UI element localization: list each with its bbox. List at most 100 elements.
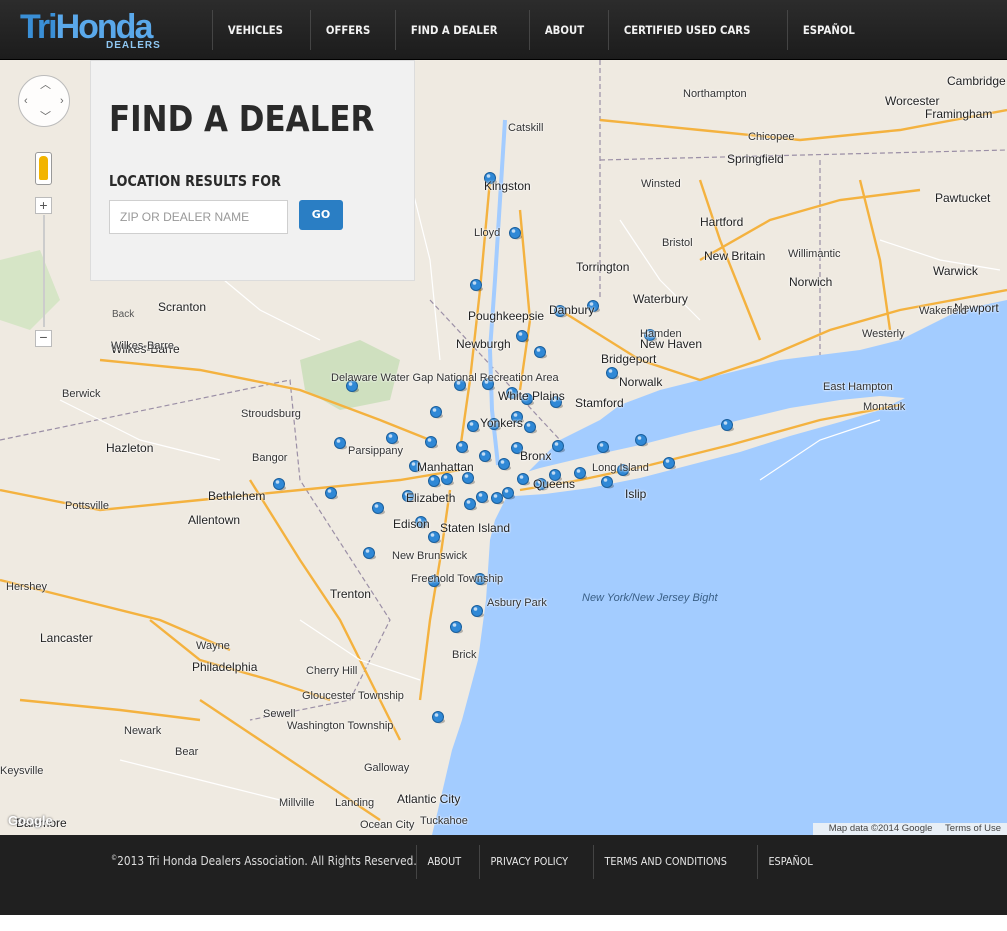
map-label: Bristol [662, 237, 693, 249]
map-label: Kingston [484, 179, 531, 193]
nav-find-a-dealer[interactable]: FIND A DEALER [395, 10, 513, 50]
map-label: Wayne [196, 640, 230, 652]
map-label: Trenton [330, 587, 371, 601]
terms-of-use-link[interactable]: Terms of Use [945, 823, 1001, 834]
map-label: Worcester [885, 94, 940, 108]
map-label: Lloyd [474, 227, 501, 239]
map-label: Sewell [263, 708, 296, 720]
map-label: Wilkes-Barre [111, 340, 174, 352]
map-label: Chicopee [748, 131, 795, 143]
footer-link-terms[interactable]: TERMS AND CONDITIONS [592, 845, 737, 879]
map-label: Philadelphia [192, 660, 258, 674]
logo-wordmark: TriHonda [20, 10, 153, 44]
dealer-marker[interactable] [721, 419, 735, 432]
map-label: Islip [625, 487, 647, 501]
map-label: Delaware Water Gap National Recreation A… [331, 372, 559, 384]
map-pan-control[interactable]: ︿ ﹀ ‹ › [18, 75, 70, 127]
results-label: LOCATION RESULTS FOR [109, 172, 281, 190]
map-label: Asbury Park [487, 597, 547, 609]
footer-link-espanol[interactable]: ESPAÑOL [756, 845, 823, 879]
map-label: New Brunswick [392, 550, 468, 562]
map-label: New Haven [640, 337, 703, 351]
map-label: Hershey [6, 581, 47, 593]
map-label: Framingham [925, 107, 993, 121]
top-navigation-bar: TriHonda DEALERS VEHICLES OFFERS FIND A … [0, 0, 1007, 60]
map-label: Bear [175, 746, 199, 758]
map-label: Long Island [592, 462, 649, 474]
map-label: Wakefield [919, 305, 967, 317]
pan-left-icon[interactable]: ‹ [24, 96, 28, 107]
map-label: Willimantic [788, 248, 841, 260]
dealer-marker[interactable] [635, 434, 649, 447]
dealer-marker[interactable] [597, 441, 611, 454]
map-label: Landing [335, 797, 375, 809]
pan-right-icon[interactable]: › [60, 96, 64, 107]
footer: ©2013 Tri Honda Dealers Association. All… [0, 835, 1007, 915]
nav-about[interactable]: ABOUT [528, 10, 599, 50]
dealer-marker[interactable] [552, 440, 566, 453]
footer-link-privacy-policy[interactable]: PRIVACY POLICY [479, 845, 579, 879]
pan-down-icon[interactable]: ﹀ [40, 112, 51, 123]
map-label: Atlantic City [397, 792, 461, 806]
map-label: Stamford [575, 396, 624, 410]
map-label: Catskill [508, 122, 544, 134]
trihonda-logo[interactable]: TriHonda DEALERS [20, 10, 160, 51]
map-label: Cherry Hill [306, 665, 358, 677]
map-label: Newark [124, 725, 162, 737]
map-label: Hartford [700, 215, 744, 229]
zip-or-dealer-input[interactable] [109, 200, 288, 234]
nav-espanol[interactable]: ESPAÑOL [787, 10, 870, 50]
map-label: Manhattan [417, 460, 474, 474]
copyright-body: 2013 Tri Honda Dealers Association. All … [117, 854, 417, 868]
map-label: Westerly [862, 328, 905, 340]
map-label: Ocean City [360, 819, 415, 831]
google-logo: Google [8, 813, 53, 828]
pan-up-icon[interactable]: ︿ [40, 80, 51, 91]
map-data-text: Map data ©2014 Google [828, 823, 933, 834]
map-label: Poughkeepsie [468, 309, 545, 323]
map-label: Pottsville [65, 500, 110, 512]
map-label: Washington Township [287, 720, 394, 732]
map-label: Pawtucket [935, 191, 991, 205]
map-label: Northampton [683, 88, 747, 100]
map-label: Montauk [863, 401, 906, 413]
map-label: Elizabeth [406, 491, 456, 505]
map-label: Torrington [576, 260, 630, 274]
map-label: Waterbury [633, 292, 688, 306]
zoom-out-button[interactable]: − [35, 330, 52, 347]
logo-subtitle: DEALERS [106, 40, 161, 51]
map-label: Allentown [188, 513, 241, 527]
map-label: Bangor [252, 452, 288, 464]
go-button[interactable]: GO [299, 200, 343, 230]
map-label: East Hampton [823, 381, 893, 393]
map-label: Brick [452, 649, 477, 661]
map-label: New York/New Jersey Bight [582, 592, 718, 604]
dealer-search-panel: FIND A DEALER LOCATION RESULTS FOR GO [90, 60, 415, 281]
street-view-pegman-icon[interactable] [35, 152, 52, 185]
nav-certified-used-cars[interactable]: CERTIFIED USED CARS [608, 10, 765, 50]
map-label: Warwick [933, 264, 978, 278]
map-label: Winsted [641, 178, 681, 190]
map-label: Gloucester Township [302, 690, 404, 702]
map-label: Bronx [520, 449, 552, 463]
map-label: Yonkers [480, 416, 523, 430]
map-label: Parsippany [348, 445, 404, 457]
zoom-slider-track[interactable] [43, 215, 45, 327]
map-label: Norwich [789, 275, 833, 289]
map-label: Millville [279, 797, 315, 809]
map-label: Danbury [549, 303, 595, 317]
map-label: Lancaster [40, 631, 93, 645]
map-label: Norwalk [619, 375, 663, 389]
footer-link-about[interactable]: ABOUT [416, 845, 472, 879]
zoom-in-button[interactable]: + [35, 197, 52, 214]
map-label: Tuckahoe [420, 815, 468, 827]
map-label: Stroudsburg [241, 408, 301, 420]
map-label: New Britain [704, 249, 766, 263]
map-label: Queens [533, 477, 576, 491]
back-label[interactable]: Back [112, 309, 134, 320]
nav-vehicles[interactable]: VEHICLES [212, 10, 298, 50]
copyright-text: ©2013 Tri Honda Dealers Association. All… [111, 854, 417, 868]
nav-offers[interactable]: OFFERS [309, 10, 385, 50]
map-label: Newburgh [456, 337, 511, 351]
map-label: Bethlehem [208, 489, 266, 503]
